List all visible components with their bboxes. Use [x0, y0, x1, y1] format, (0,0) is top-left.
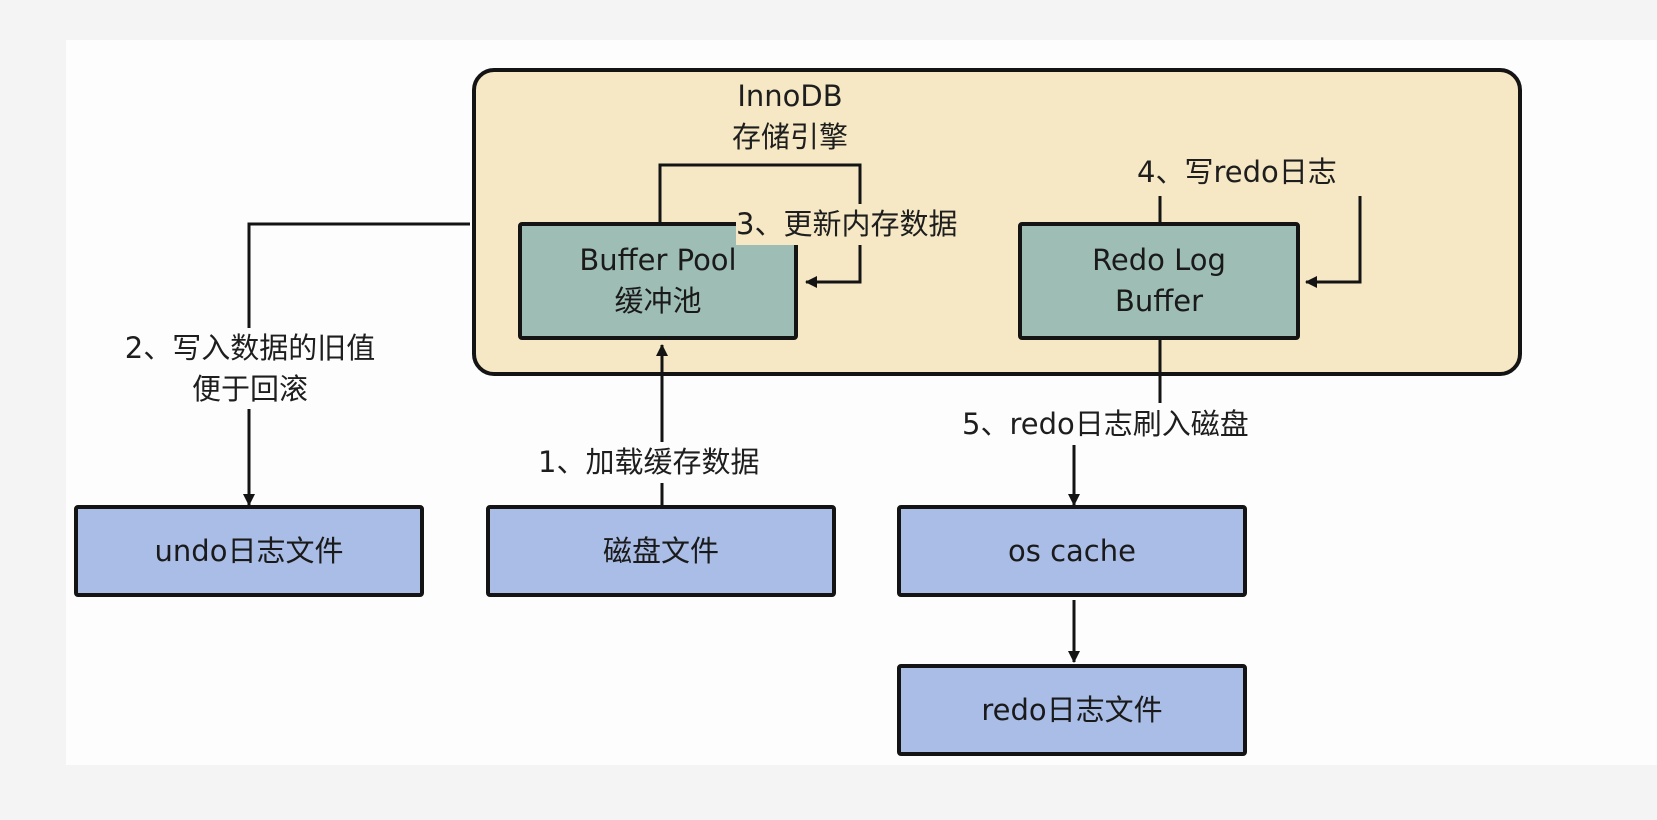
buffer-pool-sublabel: 缓冲池 [614, 284, 702, 318]
step-5-label: 5、redo日志刷入磁盘 [962, 404, 1249, 445]
os-cache-label: os cache [1008, 533, 1136, 568]
os-cache-box: os cache [897, 505, 1247, 597]
arrow-write-redo-return [1305, 196, 1362, 288]
step-2-label: 2、写入数据的旧值 便于回滚 [100, 328, 400, 410]
disk-file-box: 磁盘文件 [486, 505, 836, 597]
step-1-label: 1、加载缓存数据 [538, 442, 760, 483]
buffer-pool-label: Buffer Pool [579, 243, 737, 278]
redo-log-file-box: redo日志文件 [897, 664, 1247, 756]
engine-title: InnoDB 存储引擎 [730, 76, 850, 157]
engine-title-line1: InnoDB [737, 79, 843, 113]
engine-title-line2: 存储引擎 [731, 119, 848, 154]
redo-log-buffer-label: Redo Log [1092, 243, 1226, 278]
redo-log-file-label: redo日志文件 [981, 692, 1163, 727]
step-2-line1: 2、写入数据的旧值 [124, 331, 376, 365]
redo-log-buffer-box: Redo Log Buffer [1018, 222, 1300, 340]
disk-file-label: 磁盘文件 [602, 533, 719, 568]
step-3-label: 3、更新内存数据 [736, 204, 958, 245]
step-2-line2: 便于回滚 [191, 371, 308, 406]
undo-log-file-box: undo日志文件 [74, 505, 424, 597]
undo-log-file-label: undo日志文件 [154, 533, 344, 568]
step-4-label: 4、写redo日志 [1137, 152, 1337, 193]
diagram-canvas: InnoDB 存储引擎 Buffer Pool 缓冲池 Redo Log Buf… [0, 0, 1657, 820]
redo-log-buffer-sublabel: Buffer [1114, 284, 1204, 318]
